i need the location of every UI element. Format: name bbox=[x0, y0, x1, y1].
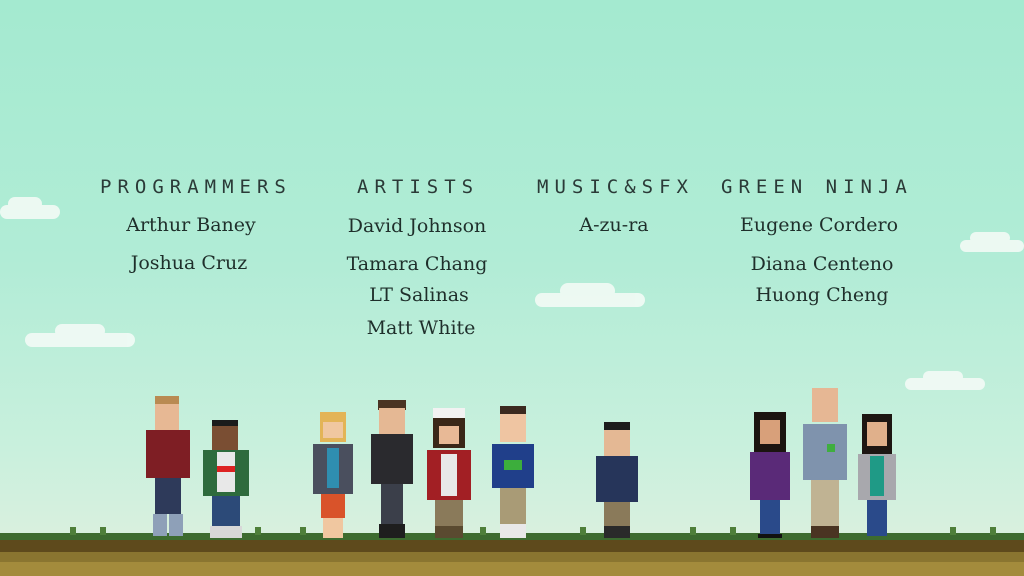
cloud bbox=[960, 232, 1024, 252]
grass-tuft bbox=[70, 527, 76, 535]
character-sprite bbox=[371, 400, 413, 538]
grass-tuft bbox=[730, 527, 736, 535]
music-sfx-heading: MUSIC&SFX bbox=[537, 176, 694, 198]
character-sprite bbox=[750, 412, 790, 538]
grass-tuft bbox=[100, 527, 106, 535]
cloud bbox=[25, 324, 135, 347]
character-sprite bbox=[492, 406, 534, 538]
grass-tuft bbox=[990, 527, 996, 535]
character-sprite bbox=[596, 422, 638, 538]
character-sprite bbox=[858, 414, 896, 538]
credit-name: Matt White bbox=[366, 317, 476, 339]
grass-tuft bbox=[480, 527, 486, 535]
credit-name: A-zu-ra bbox=[579, 214, 649, 236]
character-sprite bbox=[146, 396, 190, 536]
grass-tuft bbox=[580, 527, 586, 535]
credit-name: Arthur Baney bbox=[126, 214, 256, 236]
cloud bbox=[0, 197, 60, 219]
green-ninja-heading: GREEN NINJA bbox=[721, 176, 913, 198]
grass-tuft bbox=[690, 527, 696, 535]
cloud bbox=[905, 371, 985, 390]
credit-name: LT Salinas bbox=[369, 284, 469, 306]
credit-name: Joshua Cruz bbox=[130, 252, 248, 274]
credit-name: Diana Centeno bbox=[750, 253, 894, 275]
credit-name: Tamara Chang bbox=[346, 253, 488, 275]
character-sprite bbox=[203, 420, 249, 538]
character-sprite bbox=[313, 412, 353, 538]
dirt-layer bbox=[0, 562, 1024, 576]
credits-scene: PROGRAMMERS ARTISTS MUSIC&SFX GREEN NINJ… bbox=[0, 0, 1024, 576]
character-sprite bbox=[803, 388, 847, 538]
cloud bbox=[535, 283, 645, 307]
character-sprite bbox=[427, 408, 471, 538]
programmers-heading: PROGRAMMERS bbox=[100, 176, 292, 198]
grass-tuft bbox=[950, 527, 956, 535]
artists-heading: ARTISTS bbox=[357, 176, 480, 198]
grass-tuft bbox=[255, 527, 261, 535]
grass-tuft bbox=[300, 527, 306, 535]
credit-name: David Johnson bbox=[347, 215, 487, 237]
dirt-layer bbox=[0, 540, 1024, 552]
credit-name: Huong Cheng bbox=[755, 284, 889, 306]
credit-name: Eugene Cordero bbox=[739, 214, 899, 236]
